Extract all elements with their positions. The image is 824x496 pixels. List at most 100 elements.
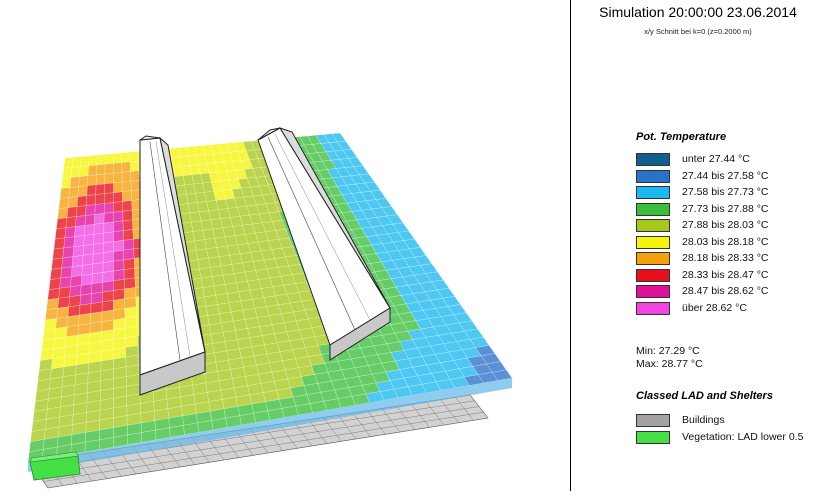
temperature-cell [113,181,123,194]
temperature-cell [87,164,98,176]
panel-divider [570,0,571,491]
temperature-cell [102,270,114,283]
temperature-cell [79,165,89,177]
temperature-legend-item: 28.18 bis 28.33 °C [636,252,824,267]
temperature-cell [96,163,106,176]
temperature-cell [85,194,96,206]
temperature-cell [71,156,82,168]
temperature-cell [49,267,63,280]
temperature-cell [131,189,142,201]
temperature-legend-item: über 28.62 °C [636,301,824,317]
lad-legend-swatch [636,414,670,427]
temperature-cell [75,215,86,227]
temperature-legend-swatch [636,219,670,232]
temperature-cell [80,155,90,167]
temperature-cell [60,266,73,279]
temperature-cell [102,280,114,293]
temperature-legend-swatch [636,202,670,216]
temperature-cell [63,156,74,169]
temperature-cell [96,154,106,166]
temperature-legend-swatch [636,252,670,265]
temperature-legend-item: 28.03 bis 28.18 °C [636,235,824,251]
temperature-legend-label: 28.03 bis 28.18 °C [682,235,769,248]
lad-legend-label: Buildings [682,414,725,426]
temperature-cell [95,173,106,186]
temperature-cell [90,301,103,314]
temperature-cell [65,216,77,229]
temperature-legend-label: über 28.62 °C [682,301,747,314]
lad-legend-item: Buildings [636,414,824,429]
temperature-cell [211,274,226,287]
temperature-cell [62,246,75,259]
temperature-cell [113,279,125,291]
temperature-cell [94,213,105,225]
temperature-legend-label: 27.58 bis 27.73 °C [682,186,769,198]
temperature-cell [84,214,96,226]
temperature-cell [57,296,70,309]
temperature-cell [93,232,105,245]
temperature-cell [73,235,85,247]
temperature-cell [102,290,114,303]
temperature-cell [58,286,71,299]
temperature-cell [104,153,114,165]
temperature-cell [101,300,114,313]
temperature-legend-label: 27.73 bis 27.88 °C [682,202,769,215]
temperature-cell [113,298,126,311]
temperature-cell [81,263,94,276]
temperature-cell [113,162,123,174]
temperature-cell [121,171,132,183]
temperature-cell [195,248,209,260]
temperature-cell [194,239,207,251]
simulation-title: Simulation 20:00:00 23.06.2014 [599,4,797,20]
temperature-cell [88,154,98,167]
temperature-cell [123,258,135,270]
temperature-legend-item: unter 27.44 °C [636,153,824,168]
temperature-cell [59,276,72,289]
temperature-cell [67,196,79,208]
temperature-cell [123,267,136,280]
temperature-cell [62,167,73,179]
temperature-cell [95,183,106,195]
temperature-cell [113,308,126,321]
temperature-cell [77,185,88,197]
min-value: Min: 27.29 °C [636,345,700,357]
temperature-cell [113,172,123,184]
temperature-cell [113,152,123,164]
temperature-cell [64,226,76,239]
temperature-legend-swatch [636,285,670,298]
model-view[interactable] [0,0,570,491]
temperature-cell [71,255,84,268]
temperature-cell [76,195,88,207]
temperature-cell [59,187,71,199]
temperature-cell [113,240,124,252]
temperature-cell [90,291,103,304]
lad-legend-swatch [636,430,670,444]
temperature-cell [91,282,103,294]
temperature-cell [102,260,114,273]
temperature-cell [113,288,125,301]
temperature-cell [122,219,134,231]
temperature-cell [113,191,123,203]
temperature-cell [124,287,137,300]
temperature-cell [113,249,125,262]
temperature-cell [66,206,78,219]
temperature-cell [72,245,84,257]
temperature-cell [113,220,124,233]
temperature-cell [82,243,94,256]
temperature-cell [103,231,114,244]
temperature-legend-label: 27.44 bis 27.58 °C [682,169,769,182]
temperature-cell [103,212,114,224]
temperature-legend-label: 27.88 bis 28.03 °C [682,219,769,231]
temperature-cell [67,304,81,318]
temperature-cell [57,207,69,220]
temperature-cell [53,237,66,250]
temperature-legend-label: 28.47 bis 28.62 °C [682,285,769,297]
temperature-cell [124,296,137,309]
temperature-cell [122,209,133,222]
temperature-cell [92,252,104,265]
temperature-cell [122,190,132,202]
temperature-cell [85,204,96,216]
temperature-cell [130,170,140,182]
temperature-cell [86,184,97,196]
temperature-cell [54,227,67,240]
